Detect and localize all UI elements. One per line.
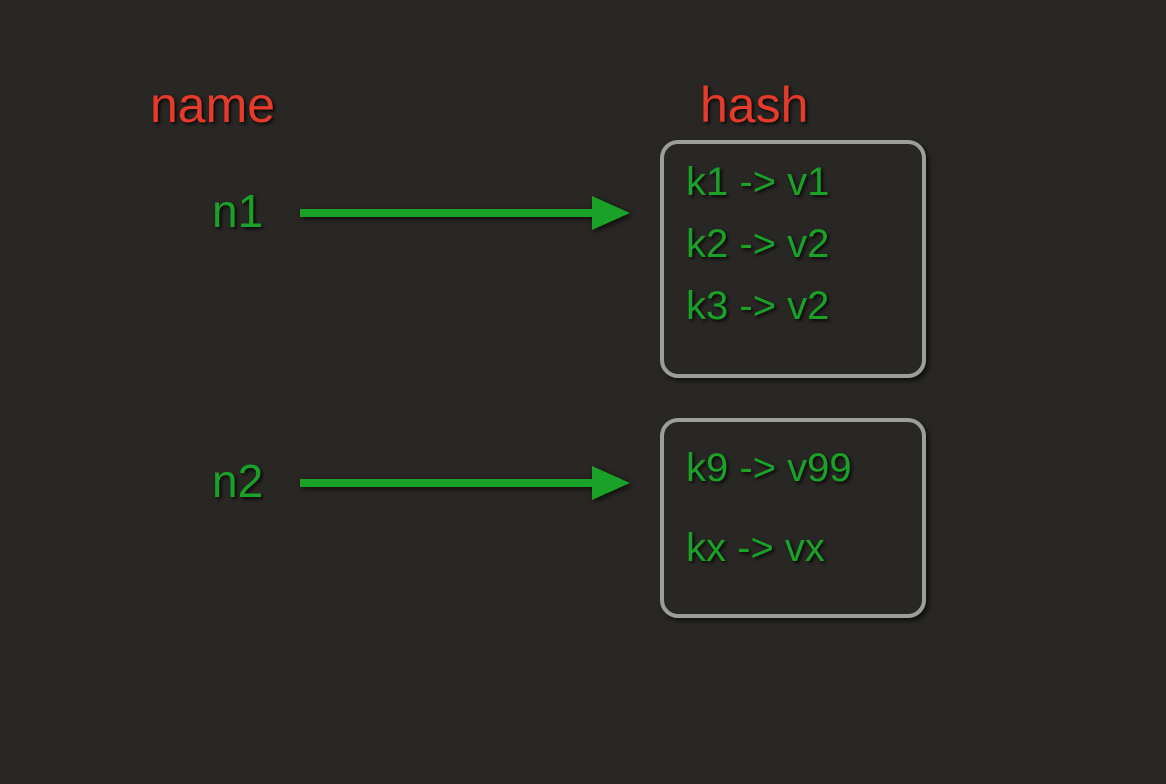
arrow-text-icon: -> bbox=[739, 446, 787, 490]
hash-key: k1 bbox=[686, 160, 728, 204]
hash-box-1: k1 -> v1 k2 -> v2 k3 -> v2 bbox=[660, 140, 926, 378]
hash-value: v1 bbox=[787, 160, 829, 204]
key-n1: n1 bbox=[212, 184, 263, 238]
hash-key: k2 bbox=[686, 222, 728, 266]
arrow-icon bbox=[300, 188, 630, 238]
hash-value: vx bbox=[785, 526, 825, 570]
arrow-text-icon: -> bbox=[739, 284, 787, 328]
hash-entry: k9 -> v99 bbox=[686, 448, 900, 488]
hash-entry: k2 -> v2 bbox=[686, 224, 900, 264]
hash-key: k3 bbox=[686, 284, 728, 328]
arrow-text-icon: -> bbox=[737, 526, 785, 570]
key-n2: n2 bbox=[212, 454, 263, 508]
hash-value: v2 bbox=[787, 284, 829, 328]
heading-hash: hash bbox=[700, 76, 808, 134]
hash-entry: k3 -> v2 bbox=[686, 286, 900, 326]
heading-name: name bbox=[150, 76, 275, 134]
hash-entry: kx -> vx bbox=[686, 528, 900, 568]
diagram-stage: name hash n1 n2 k1 -> v1 k2 -> v2 k3 -> … bbox=[0, 0, 1166, 784]
hash-value: v99 bbox=[787, 446, 852, 490]
hash-key: k9 bbox=[686, 446, 728, 490]
hash-box-2: k9 -> v99 kx -> vx bbox=[660, 418, 926, 618]
arrow-text-icon: -> bbox=[739, 160, 787, 204]
arrow-text-icon: -> bbox=[739, 222, 787, 266]
hash-value: v2 bbox=[787, 222, 829, 266]
arrow-icon bbox=[300, 458, 630, 508]
hash-key: kx bbox=[686, 526, 726, 570]
hash-entry: k1 -> v1 bbox=[686, 162, 900, 202]
